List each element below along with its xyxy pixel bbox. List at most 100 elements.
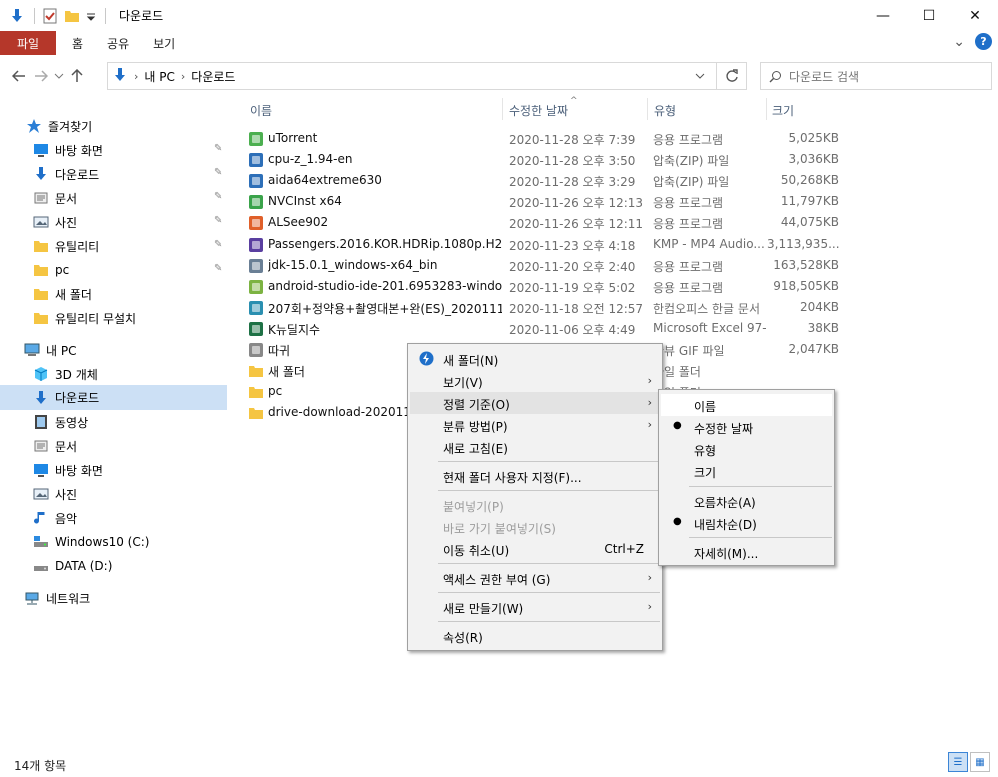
sidebar-item-pc-folder[interactable]: pc ✎	[33, 258, 230, 282]
sidebar-item-downloads-pc[interactable]: 다운로드	[0, 385, 227, 410]
tab-home[interactable]: 홈	[56, 31, 95, 55]
minimize-button[interactable]: —	[860, 0, 906, 31]
sidebar-quick-access[interactable]: 즐겨찾기	[26, 114, 92, 138]
menu-item-properties[interactable]: 속성(R)	[410, 625, 660, 647]
new-folder-icon[interactable]	[64, 8, 80, 24]
sidebar-item-3d-objects[interactable]: 3D 개체	[33, 362, 98, 386]
file-row[interactable]: K뉴딜지수 2020-11-06 오후 4:49 Microsoft Excel 9…	[246, 318, 846, 339]
sidebar-item-documents-pc[interactable]: 문서	[33, 434, 77, 458]
file-row[interactable]: cpu-z_1.94-en 2020-11-28 오후 3:50 압축(ZIP) 파…	[246, 149, 846, 170]
help-icon[interactable]: ?	[975, 33, 992, 50]
sidebar-item-drive-d[interactable]: DATA (D:)	[33, 554, 112, 578]
column-divider[interactable]	[502, 98, 503, 120]
close-button[interactable]: ✕	[952, 0, 998, 31]
sidebar-this-pc[interactable]: 내 PC	[24, 338, 76, 362]
file-row[interactable]: ALSee902 2020-11-26 오후 12:11 응용 프로그램 44,075…	[246, 212, 846, 233]
sort-option-date[interactable]: ● 수정한 날짜	[661, 416, 832, 438]
sidebar-item-utility-portable[interactable]: 유틸리티 무설치	[33, 306, 136, 330]
submenu-arrow-icon: ›	[647, 571, 652, 584]
drive-icon	[33, 534, 49, 550]
file-row[interactable]: jdk-15.0.1_windows-x64_bin 2020-11-20 오후 …	[246, 255, 846, 276]
recent-locations-icon[interactable]	[52, 64, 66, 88]
sidebar-item-utility[interactable]: 유틸리티 ✎	[33, 234, 230, 258]
sort-option-type[interactable]: 유형	[661, 438, 832, 460]
maximize-button[interactable]: ☐	[906, 0, 952, 31]
menu-item-refresh[interactable]: 새로 고침(E)	[410, 436, 660, 458]
sidebar-item-music[interactable]: 음악	[33, 506, 77, 530]
drive-icon	[33, 558, 49, 574]
column-header-name[interactable]: 이름	[250, 96, 272, 124]
address-dropdown-icon[interactable]	[690, 63, 710, 89]
address-bar[interactable]: › 내 PC › 다운로드	[107, 62, 747, 90]
tab-file[interactable]: 파일	[0, 31, 56, 55]
menu-item-view[interactable]: 보기(V) ›	[410, 370, 660, 392]
menu-item-new-folder[interactable]: 새 폴더(N)	[410, 348, 660, 370]
up-arrow-icon[interactable]	[66, 64, 88, 88]
sidebar-item-downloads[interactable]: 다운로드 ✎	[33, 162, 230, 186]
file-size: 918,505KB	[773, 278, 839, 293]
file-row[interactable]: android-studio-ide-201.6953283-windows 20…	[246, 276, 846, 297]
sidebar-item-pictures[interactable]: 사진 ✎	[33, 210, 230, 234]
menu-item-paste[interactable]: 붙여넣기(P)	[410, 494, 660, 516]
sidebar-item-videos[interactable]: 동영상	[33, 410, 88, 434]
sidebar-item-pictures-pc[interactable]: 사진	[33, 482, 77, 506]
file-size: 3,036KB	[788, 152, 839, 167]
menu-item-undo-move[interactable]: 이동 취소(U) Ctrl+Z	[410, 538, 660, 560]
pin-icon[interactable]: ✎	[214, 191, 222, 202]
file-row[interactable]: NVCInst x64 2020-11-26 오후 12:13 응용 프로그램 11,…	[246, 191, 846, 212]
breadcrumb-this-pc[interactable]: 내 PC	[144, 68, 174, 85]
excel-icon	[248, 321, 264, 337]
sort-option-more[interactable]: 자세히(M)...	[661, 541, 832, 563]
menu-item-group-by[interactable]: 분류 방법(P) ›	[410, 414, 660, 436]
file-type: 한컴오피스 한글 문서	[653, 301, 760, 316]
sort-option-name[interactable]: 이름	[661, 394, 832, 416]
sort-option-size[interactable]: 크기	[661, 460, 832, 482]
refresh-icon[interactable]	[716, 63, 746, 89]
properties-check-icon[interactable]	[42, 8, 58, 24]
file-size: 50,268KB	[780, 173, 839, 188]
column-header-type[interactable]: 유형	[654, 96, 676, 124]
menu-item-customize-folder[interactable]: 현재 폴더 사용자 지정(F)...	[410, 465, 660, 487]
forward-arrow-icon[interactable]	[30, 64, 52, 88]
pin-icon[interactable]: ✎	[214, 215, 222, 226]
menu-item-new[interactable]: 새로 만들기(W) ›	[410, 596, 660, 618]
pin-icon[interactable]: ✎	[214, 263, 222, 274]
search-box[interactable]: 다운로드 검색	[760, 62, 992, 90]
details-view-icon[interactable]: ☰	[948, 752, 968, 772]
sidebar-item-desktop-pc[interactable]: 바탕 화면	[33, 458, 103, 482]
file-name: aida64extreme630	[268, 173, 382, 188]
sidebar-item-desktop[interactable]: 바탕 화면 ✎	[33, 138, 230, 162]
tab-share[interactable]: 공유	[95, 31, 141, 55]
sidebar-network[interactable]: 네트워크	[24, 586, 90, 610]
menu-item-paste-shortcut[interactable]: 바로 가기 붙여넣기(S)	[410, 516, 660, 538]
menu-separator	[438, 461, 660, 462]
column-header-size[interactable]: 크기	[772, 96, 794, 124]
file-row[interactable]: Passengers.2016.KOR.HDRip.1080p.H264... 2…	[246, 234, 846, 255]
breadcrumb-downloads[interactable]: 다운로드	[191, 68, 235, 85]
download-arrow-icon[interactable]	[9, 8, 25, 24]
tab-view[interactable]: 보기	[141, 31, 187, 55]
column-divider[interactable]	[766, 98, 767, 120]
file-type: 꿀뷰 GIF 파일	[653, 344, 725, 358]
sidebar-item-new-folder[interactable]: 새 폴더	[33, 282, 92, 306]
pin-icon[interactable]: ✎	[214, 239, 222, 250]
file-row[interactable]: uTorrent 2020-11-28 오후 7:39 응용 프로그램 5,025KB	[246, 128, 846, 149]
pin-icon[interactable]: ✎	[214, 143, 222, 154]
customize-toolbar-icon[interactable]	[86, 8, 96, 24]
sidebar-item-documents[interactable]: 문서 ✎	[33, 186, 230, 210]
sidebar-item-drive-c[interactable]: Windows10 (C:)	[33, 530, 149, 554]
column-header-date[interactable]: 수정한 날짜	[509, 96, 568, 124]
file-row[interactable]: 207회+정약용+촬영대본+완(ES)_20201116 2020-11-18 오…	[246, 297, 846, 318]
column-divider[interactable]	[647, 98, 648, 120]
video-icon	[33, 414, 49, 430]
ribbon-collapse-icon[interactable]: ⌄	[953, 34, 965, 50]
menu-item-sort-by[interactable]: 정렬 기준(O) ›	[410, 392, 660, 414]
pin-icon[interactable]: ✎	[214, 167, 222, 178]
large-icons-view-icon[interactable]: ▦	[970, 752, 990, 772]
sort-option-descending[interactable]: ● 내림차순(D)	[661, 512, 832, 534]
sort-option-ascending[interactable]: 오름차순(A)	[661, 490, 832, 512]
file-size: 11,797KB	[780, 194, 839, 209]
menu-item-give-access[interactable]: 액세스 권한 부여 (G) ›	[410, 567, 660, 589]
back-arrow-icon[interactable]	[8, 64, 30, 88]
file-row[interactable]: aida64extreme630 2020-11-28 오후 3:29 압축(ZIP…	[246, 170, 846, 191]
